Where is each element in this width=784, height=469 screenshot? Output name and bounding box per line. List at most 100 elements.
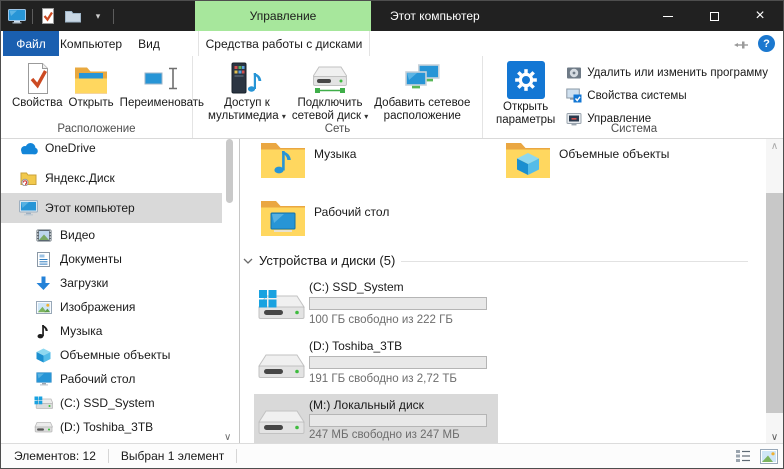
group-header-devices[interactable]: Устройства и диски (5) — [243, 253, 748, 268]
system-properties-button[interactable]: Свойства системы — [562, 85, 771, 107]
sidebar-item-onedrive[interactable]: OneDrive — [1, 139, 222, 163]
system-drive-large-icon — [258, 289, 305, 327]
desktop-icon — [34, 371, 53, 388]
this-pc-icon — [19, 200, 38, 217]
sidebar-scrollbar[interactable]: ∨ — [222, 139, 239, 445]
map-drive-label-2: сетевой диск ▾ — [292, 110, 368, 123]
file-list: Музыка Объемные объекты Рабочий стол Уст… — [239, 139, 766, 445]
add-network-location-button[interactable]: Добавить сетевое расположение — [371, 59, 473, 124]
sidebar-item-pictures[interactable]: Изображения — [1, 295, 222, 319]
help-button[interactable]: ? — [758, 35, 775, 52]
folder-name: Объемные объекты — [559, 147, 669, 161]
ribbon-pin-icon[interactable] — [734, 39, 750, 49]
sidebar-item-this-pc[interactable]: Этот компьютер — [1, 193, 222, 223]
rename-label: Переименовать — [120, 97, 204, 110]
folder-tile-desktop[interactable]: Рабочий стол — [254, 197, 494, 249]
content-scrollbar[interactable]: ∧ ∨ — [766, 139, 783, 445]
sidebar-item-downloads[interactable]: Загрузки — [1, 271, 222, 295]
sidebar-item-desktop[interactable]: Рабочий стол — [1, 367, 222, 391]
scroll-up-icon[interactable]: ∧ — [766, 141, 783, 152]
maximize-button[interactable] — [691, 1, 737, 31]
qat-separator — [113, 9, 114, 24]
tab-computer[interactable]: Компьютер — [59, 31, 123, 56]
properties-icon — [24, 60, 50, 96]
drive-usage-bar — [309, 414, 487, 427]
properties-button[interactable]: Свойства — [9, 59, 66, 111]
ribbon-tabs: Файл Компьютер Вид Средства работы с дис… — [1, 31, 783, 56]
ribbon-group-location: Свойства Открыть Переименовать Расположе… — [1, 56, 193, 138]
dropdown-arrow-icon: ▾ — [364, 112, 368, 121]
group-header-title: Устройства и диски (5) — [259, 253, 395, 268]
documents-icon — [34, 251, 53, 268]
sidebar-item-videos[interactable]: Видео — [1, 223, 222, 247]
folder-name: Рабочий стол — [314, 205, 389, 219]
sidebar-item-3d-objects[interactable]: Объемные объекты — [1, 343, 222, 367]
add-location-label-2: расположение — [384, 110, 461, 123]
sidebar-item-documents[interactable]: Документы — [1, 247, 222, 271]
drive-large-icon — [258, 404, 305, 442]
sidebar-item-music[interactable]: Музыка — [1, 319, 222, 343]
drive-name: (D:) Toshiba_3TB — [309, 339, 402, 353]
status-divider — [236, 449, 237, 463]
close-button[interactable]: × — [737, 1, 783, 31]
network-location-icon — [405, 60, 440, 96]
drive-free-space: 100 ГБ свободно из 222 ГБ — [309, 314, 453, 326]
drive-tile-c[interactable]: (C:) SSD_System 100 ГБ свободно из 222 Г… — [254, 276, 498, 332]
pictures-icon — [34, 299, 53, 316]
collapse-chevron-icon — [243, 258, 253, 264]
folder-tile-music[interactable]: Музыка — [254, 139, 494, 191]
qat-separator — [32, 9, 33, 24]
selection-count: Выбран 1 элемент — [109, 449, 224, 463]
music-icon — [34, 323, 53, 340]
close-icon: × — [755, 8, 764, 24]
details-view-button[interactable] — [731, 446, 754, 466]
sidebar-scrollbar-thumb[interactable] — [226, 139, 233, 203]
drive-name: (M:) Локальный диск — [309, 398, 424, 412]
sidebar-item-drive-c[interactable]: (C:) SSD_System — [1, 391, 222, 415]
qat-new-folder-button[interactable] — [63, 5, 83, 27]
media-access-label-1: Доступ к — [224, 97, 270, 110]
open-button[interactable]: Открыть — [66, 59, 117, 111]
videos-icon — [34, 227, 53, 244]
content-scrollbar-thumb[interactable] — [766, 193, 783, 413]
uninstall-program-button[interactable]: Удалить или изменить программу — [562, 62, 771, 84]
qat-properties-button[interactable] — [38, 5, 58, 27]
explorer-window: ▾ Управление Этот компьютер × Файл Компь… — [0, 0, 784, 469]
system-properties-icon — [565, 88, 582, 105]
uninstall-program-label: Удалить или изменить программу — [587, 67, 768, 79]
onedrive-cloud-icon — [19, 140, 38, 157]
rename-icon — [144, 60, 180, 96]
sidebar-item-yandex-disk[interactable]: Яндекс.Диск — [1, 163, 222, 193]
drive-name: (C:) SSD_System — [309, 280, 404, 294]
window-title: Этот компьютер — [390, 1, 480, 31]
group-label-location: Расположение — [1, 123, 192, 135]
group-label-network: Сеть — [193, 123, 482, 135]
drive-tile-d[interactable]: (D:) Toshiba_3TB 191 ГБ свободно из 2,72… — [254, 335, 498, 391]
items-count: Элементов: 12 — [1, 449, 96, 463]
quick-access-toolbar: ▾ — [7, 1, 114, 31]
tab-disk-tools[interactable]: Средства работы с дисками — [198, 31, 370, 56]
map-network-drive-button[interactable]: Подключить сетевой диск ▾ — [289, 59, 371, 124]
window-computer-icon — [7, 5, 27, 27]
media-access-button[interactable]: Доступ к мультимедиа ▾ — [205, 59, 289, 124]
scroll-down-icon[interactable]: ∨ — [766, 432, 783, 443]
qat-customize-dropdown[interactable]: ▾ — [88, 5, 108, 27]
folder-tile-3d-objects[interactable]: Объемные объекты — [499, 139, 739, 191]
settings-gear-icon — [507, 61, 545, 99]
maximize-icon — [710, 12, 719, 21]
main-area: OneDrive Яндекс.Диск Этот компьютер — [1, 139, 783, 445]
open-settings-button[interactable]: Открыть параметры — [493, 59, 558, 128]
minimize-button[interactable] — [645, 1, 691, 31]
open-settings-label-1: Открыть — [503, 101, 548, 114]
sidebar-scroll-down-icon[interactable]: ∨ — [224, 432, 231, 443]
map-drive-label-1: Подключить — [298, 97, 363, 110]
sidebar-item-drive-d[interactable]: (D:) Toshiba_3TB — [1, 415, 222, 439]
contextual-tab-manage[interactable]: Управление — [195, 1, 371, 31]
thumbnail-view-button[interactable] — [757, 446, 780, 466]
tab-view[interactable]: Вид — [123, 31, 175, 56]
open-label: Открыть — [69, 97, 114, 110]
drive-tile-m-selected[interactable]: (M:) Локальный диск 247 МБ свободно из 2… — [254, 394, 498, 444]
minimize-icon — [663, 16, 673, 17]
add-location-label-1: Добавить сетевое — [374, 97, 470, 110]
tab-file[interactable]: Файл — [3, 31, 59, 56]
